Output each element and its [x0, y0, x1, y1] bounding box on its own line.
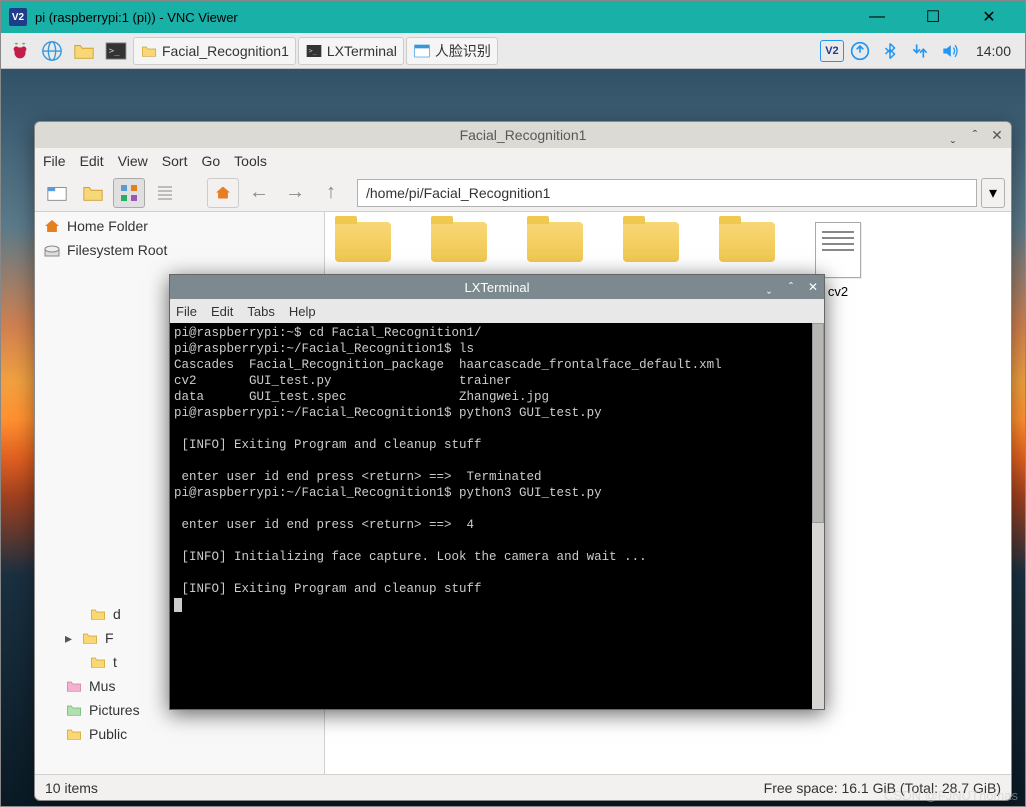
vnc-logo-icon: V2	[9, 8, 27, 26]
menu-tabs[interactable]: Tabs	[247, 304, 274, 319]
home-button[interactable]	[207, 178, 239, 208]
sidebar-item-label: t	[113, 654, 117, 670]
status-items: 10 items	[45, 780, 98, 796]
updates-icon[interactable]	[846, 37, 874, 65]
sidebar-item-label: Filesystem Root	[67, 242, 167, 258]
maximize-button[interactable]: ˆ	[784, 280, 798, 294]
folder-item[interactable]	[335, 222, 391, 262]
terminal-launcher-icon[interactable]: >_	[101, 37, 131, 65]
list-view-button[interactable]	[149, 178, 181, 208]
pictures-folder-icon	[65, 701, 83, 719]
sidebar-item-label: Home Folder	[67, 218, 148, 234]
sidebar-item-label: Pictures	[89, 702, 140, 718]
music-folder-icon	[65, 677, 83, 695]
folder-icon	[65, 725, 83, 743]
menu-file[interactable]: File	[43, 153, 66, 169]
close-button[interactable]: ✕	[971, 3, 1007, 31]
menu-view[interactable]: View	[118, 153, 148, 169]
taskbar-item-label: LXTerminal	[327, 43, 397, 59]
file-manager-titlebar[interactable]: Facial_Recognition1 ˬ ˆ ✕	[35, 122, 1011, 148]
minimize-button[interactable]: ˬ	[762, 280, 776, 294]
svg-text:>_: >_	[309, 47, 317, 55]
close-button[interactable]: ✕	[989, 127, 1005, 143]
volume-icon[interactable]	[936, 37, 964, 65]
icon-view-button[interactable]	[113, 178, 145, 208]
folder-item[interactable]	[623, 222, 679, 262]
vnc-titlebar[interactable]: V2 pi (raspberrypi:1 (pi)) - VNC Viewer …	[1, 1, 1025, 33]
close-button[interactable]: ✕	[806, 280, 820, 294]
sidebar-item-label: Mus	[89, 678, 115, 694]
sidebar-filesystem-root[interactable]: Filesystem Root	[37, 238, 322, 262]
minimize-button[interactable]: —	[859, 3, 895, 31]
up-button[interactable]: ↑	[315, 178, 347, 208]
taskbar-item-face-recognition-cn[interactable]: 人脸识别	[406, 37, 498, 65]
terminal-scrollbar[interactable]	[812, 323, 824, 709]
path-dropdown-button[interactable]: ▾	[981, 178, 1005, 208]
disk-icon	[43, 241, 61, 259]
home-icon	[43, 217, 61, 235]
taskbar-item-facial-recognition[interactable]: Facial_Recognition1	[133, 37, 296, 65]
folder-icon	[89, 605, 107, 623]
web-browser-icon[interactable]	[37, 37, 67, 65]
terminal-titlebar[interactable]: LXTerminal ˬ ˆ ✕	[170, 275, 824, 299]
network-icon[interactable]	[906, 37, 934, 65]
maximize-button[interactable]: ˆ	[967, 127, 983, 143]
pi-taskbar: >_ Facial_Recognition1 >_ LXTerminal 人脸识…	[1, 33, 1025, 69]
scrollbar-thumb[interactable]	[812, 323, 824, 523]
file-manager-title: Facial_Recognition1	[460, 127, 587, 143]
minimize-button[interactable]: ˬ	[945, 127, 961, 143]
maximize-button[interactable]: ☐	[915, 3, 951, 31]
sidebar-item-label: d	[113, 606, 121, 622]
app-window-icon	[413, 42, 431, 60]
menu-edit[interactable]: Edit	[80, 153, 104, 169]
back-button[interactable]: ←	[243, 178, 275, 208]
terminal-window: LXTerminal ˬ ˆ ✕ File Edit Tabs Help pi@…	[169, 274, 825, 710]
folder-icon	[81, 629, 99, 647]
file-manager-menubar: File Edit View Sort Go Tools	[35, 148, 1011, 174]
file-manager-icon[interactable]	[69, 37, 99, 65]
folder-item[interactable]	[719, 222, 775, 262]
path-input[interactable]: /home/pi/Facial_Recognition1	[357, 179, 977, 207]
terminal-icon: >_	[305, 42, 323, 60]
bluetooth-icon[interactable]	[876, 37, 904, 65]
menu-help[interactable]: Help	[289, 304, 316, 319]
sidebar-home-folder[interactable]: Home Folder	[37, 214, 322, 238]
taskbar-item-label: 人脸识别	[435, 41, 491, 61]
svg-text:>_: >_	[109, 46, 120, 56]
menu-edit[interactable]: Edit	[211, 304, 233, 319]
folder-icon	[89, 653, 107, 671]
terminal-menubar: File Edit Tabs Help	[170, 299, 824, 323]
menu-sort[interactable]: Sort	[162, 153, 188, 169]
folder-item[interactable]	[431, 222, 487, 262]
taskbar-item-lxterminal[interactable]: >_ LXTerminal	[298, 37, 404, 65]
sidebar-folder-public[interactable]: Public	[37, 722, 322, 746]
file-manager-statusbar: 10 items Free space: 16.1 GiB (Total: 28…	[35, 774, 1011, 800]
menu-file[interactable]: File	[176, 304, 197, 319]
sidebar-item-label: F	[105, 630, 114, 646]
menu-tools[interactable]: Tools	[234, 153, 267, 169]
file-icon	[815, 222, 861, 278]
folder-icon	[140, 42, 158, 60]
clock[interactable]: 14:00	[966, 43, 1021, 59]
vnc-window-title: pi (raspberrypi:1 (pi)) - VNC Viewer	[35, 10, 859, 25]
menu-go[interactable]: Go	[201, 153, 220, 169]
new-folder-button[interactable]	[77, 178, 109, 208]
folder-item[interactable]	[527, 222, 583, 262]
terminal-title: LXTerminal	[464, 280, 529, 295]
sidebar-item-label: Public	[89, 726, 127, 742]
watermark: CSDN @FJNUThomas	[884, 788, 1018, 803]
new-tab-button[interactable]	[41, 178, 73, 208]
terminal-output[interactable]: pi@raspberrypi:~$ cd Facial_Recognition1…	[170, 323, 824, 709]
file-manager-toolbar: ← → ↑ /home/pi/Facial_Recognition1 ▾	[35, 174, 1011, 212]
pi-menu-icon[interactable]	[5, 37, 35, 65]
vnc-server-icon[interactable]: V2	[820, 40, 844, 62]
taskbar-item-label: Facial_Recognition1	[162, 43, 289, 59]
expand-icon[interactable]: ▸	[65, 630, 75, 647]
forward-button[interactable]: →	[279, 178, 311, 208]
file-label: cv2	[828, 284, 848, 299]
